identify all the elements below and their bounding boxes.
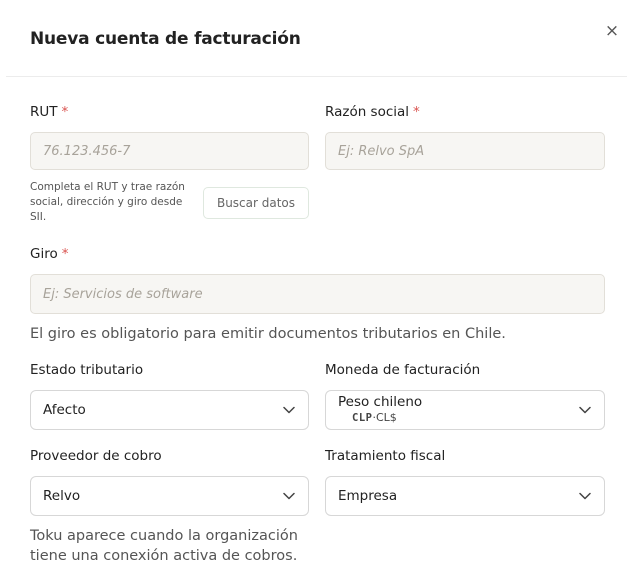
tratamiento-value: Empresa xyxy=(338,488,398,504)
chevron-down-icon xyxy=(282,489,296,503)
moneda-symbol: CL$ xyxy=(375,411,397,424)
giro-label-text: Giro xyxy=(30,246,58,262)
razon-social-label: Razón social * xyxy=(325,104,420,120)
chevron-down-icon xyxy=(578,489,592,503)
giro-label: Giro * xyxy=(30,246,68,262)
rut-help-text: Completa el RUT y trae razón social, dir… xyxy=(30,181,185,223)
moneda-label: Moneda de facturación xyxy=(325,362,481,378)
dialog-title: Nueva cuenta de facturación xyxy=(30,29,301,49)
razon-social-input[interactable]: Ej: Relvo SpA xyxy=(325,132,605,170)
razon-social-label-text: Razón social xyxy=(325,104,410,120)
chevron-down-icon xyxy=(282,403,296,417)
rut-label-text: RUT xyxy=(30,104,58,120)
rut-label: RUT * xyxy=(30,104,68,120)
estado-tributario-label: Estado tributario xyxy=(30,362,144,378)
tratamiento-label: Tratamiento fiscal xyxy=(325,448,446,464)
estado-tributario-value: Afecto xyxy=(43,402,86,418)
buscar-datos-button[interactable]: Buscar datos xyxy=(203,187,309,219)
header-divider xyxy=(6,76,627,77)
required-marker: * xyxy=(61,104,69,120)
estado-tributario-select[interactable]: Afecto xyxy=(30,390,309,430)
proveedor-select[interactable]: Relvo xyxy=(30,476,309,516)
chevron-down-icon xyxy=(578,403,592,417)
moneda-value-group: Peso chileno CLP·CL$ xyxy=(338,394,422,426)
proveedor-help-text: Toku aparece cuando la organización tien… xyxy=(30,528,298,564)
tratamiento-select[interactable]: Empresa xyxy=(325,476,605,516)
close-icon[interactable]: × xyxy=(603,22,621,40)
proveedor-value: Relvo xyxy=(43,488,81,504)
proveedor-label: Proveedor de cobro xyxy=(30,448,162,464)
required-marker: * xyxy=(413,104,420,120)
rut-input[interactable]: 76.123.456-7 xyxy=(30,132,309,170)
moneda-select[interactable]: Peso chileno CLP·CL$ xyxy=(325,390,605,430)
giro-help-text: El giro es obligatorio para emitir docum… xyxy=(30,326,506,342)
moneda-value: Peso chileno xyxy=(338,394,423,410)
giro-input[interactable]: Ej: Servicios de software xyxy=(30,274,605,314)
required-marker: * xyxy=(61,246,69,262)
moneda-code: CLP xyxy=(352,412,373,424)
moneda-code-line: CLP·CL$ xyxy=(338,410,422,426)
